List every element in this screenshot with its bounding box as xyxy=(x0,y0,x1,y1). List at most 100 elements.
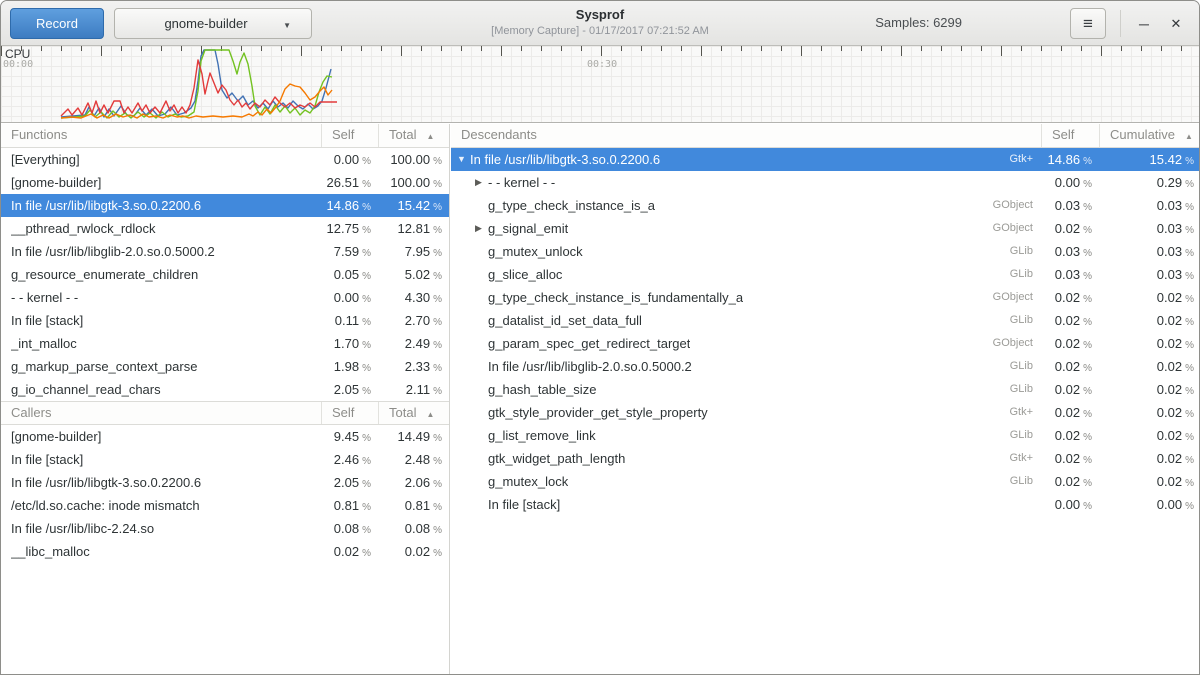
cumulative-percent: 0.03% xyxy=(1099,217,1200,240)
function-name: In file /usr/lib/libgtk-3.so.0.2200.6 xyxy=(11,194,201,217)
column-header-self[interactable]: Self xyxy=(321,124,378,147)
column-header-functions[interactable]: Functions xyxy=(1,124,321,147)
library-badge: GLib xyxy=(1010,309,1041,332)
percent-sign: % xyxy=(433,479,442,490)
descendants-row[interactable]: In file /usr/lib/libglib-2.0.so.0.5000.2… xyxy=(451,355,1200,378)
cpu-usage-chart[interactable]: CPU 00:00 00:30 xyxy=(1,46,1200,123)
self-percent: 2.05% xyxy=(321,378,378,401)
menu-button[interactable]: ≡ xyxy=(1070,8,1106,39)
close-button[interactable]: ✕ xyxy=(1159,1,1193,46)
total-percent: 5.02% xyxy=(378,263,449,286)
expander-icon[interactable]: ▶ xyxy=(475,217,488,240)
column-header-total[interactable]: Total▲ xyxy=(378,402,449,424)
column-header-self[interactable]: Self xyxy=(1041,124,1099,147)
table-row[interactable]: In file /usr/lib/libglib-2.0.so.0.5000.2… xyxy=(1,240,449,263)
percent-sign: % xyxy=(1185,156,1194,167)
cumulative-percent: 15.42% xyxy=(1099,148,1200,171)
cpu-chart-canvas xyxy=(1,46,1200,123)
self-percent: 0.02% xyxy=(1041,309,1099,332)
descendants-row[interactable]: g_slice_alloc GLib 0.03% 0.03% xyxy=(451,263,1200,286)
table-row[interactable]: [gnome-builder] 26.51% 100.00% xyxy=(1,171,449,194)
self-percent: 0.02% xyxy=(1041,470,1099,493)
descendants-row[interactable]: g_param_spec_get_redirect_target GObject… xyxy=(451,332,1200,355)
time-tick-label-mid: 00:30 xyxy=(587,59,617,70)
process-selector-dropdown[interactable]: gnome-builder ▼ xyxy=(114,8,312,39)
column-header-self[interactable]: Self xyxy=(321,402,378,424)
descendants-row[interactable]: ▶ - - kernel - - 0.00% 0.29% xyxy=(451,171,1200,194)
record-button[interactable]: Record xyxy=(10,8,104,39)
table-row[interactable]: _int_malloc 1.70% 2.49% xyxy=(1,332,449,355)
self-percent: 12.75% xyxy=(321,217,378,240)
cumulative-percent: 0.02% xyxy=(1099,424,1200,447)
minimize-button[interactable]: ─ xyxy=(1127,1,1161,46)
function-name: g_hash_table_size xyxy=(488,378,596,401)
table-row[interactable]: g_resource_enumerate_children 0.05% 5.02… xyxy=(1,263,449,286)
descendants-row[interactable]: gtk_style_provider_get_style_property Gt… xyxy=(451,401,1200,424)
table-row[interactable]: In file /usr/lib/libgtk-3.so.0.2200.6 2.… xyxy=(1,471,449,494)
function-name: g_list_remove_link xyxy=(488,424,596,447)
descendants-row[interactable]: gtk_widget_path_length Gtk+ 0.02% 0.02% xyxy=(451,447,1200,470)
descendants-row[interactable]: In file [stack] 0.00% 0.00% xyxy=(451,493,1200,516)
column-header-total[interactable]: Total▲ xyxy=(378,124,449,147)
percent-sign: % xyxy=(1083,386,1092,397)
percent-sign: % xyxy=(1185,455,1194,466)
table-row[interactable]: g_markup_parse_context_parse 1.98% 2.33% xyxy=(1,355,449,378)
percent-sign: % xyxy=(1083,455,1092,466)
descendants-row[interactable]: ▶ g_signal_emit GObject 0.02% 0.03% xyxy=(451,217,1200,240)
self-percent: 0.05% xyxy=(321,263,378,286)
descendants-row[interactable]: g_type_check_instance_is_a GObject 0.03%… xyxy=(451,194,1200,217)
descendants-row[interactable]: g_list_remove_link GLib 0.02% 0.02% xyxy=(451,424,1200,447)
expander-icon[interactable]: ▼ xyxy=(457,148,470,171)
function-name: In file /usr/lib/libgtk-3.so.0.2200.6 xyxy=(470,148,660,171)
percent-sign: % xyxy=(1185,179,1194,190)
table-row[interactable]: In file /usr/lib/libgtk-3.so.0.2200.6 14… xyxy=(1,194,449,217)
column-header-callers[interactable]: Callers xyxy=(1,402,321,424)
self-percent: 2.46% xyxy=(321,448,378,471)
table-row[interactable]: In file [stack] 0.11% 2.70% xyxy=(1,309,449,332)
table-row[interactable]: [Everything] 0.00% 100.00% xyxy=(1,148,449,171)
percent-sign: % xyxy=(1185,202,1194,213)
table-row[interactable]: In file /usr/lib/libc-2.24.so 0.08% 0.08… xyxy=(1,517,449,540)
descendants-row[interactable]: ▼ In file /usr/lib/libgtk-3.so.0.2200.6 … xyxy=(451,148,1200,171)
percent-sign: % xyxy=(362,294,371,305)
descendants-pane: Descendants Self Cumulative▲ ▼ In file /… xyxy=(451,124,1200,675)
table-row[interactable]: [gnome-builder] 9.45% 14.49% xyxy=(1,425,449,448)
table-row[interactable]: g_io_channel_read_chars 2.05% 2.11% xyxy=(1,378,449,401)
descendants-row[interactable]: g_mutex_lock GLib 0.02% 0.02% xyxy=(451,470,1200,493)
function-name: __pthread_rwlock_rdlock xyxy=(11,217,156,240)
function-name: In file /usr/lib/libc-2.24.so xyxy=(11,517,154,540)
percent-sign: % xyxy=(433,548,442,559)
close-icon: ✕ xyxy=(1171,16,1182,32)
expander-icon[interactable]: ▶ xyxy=(475,171,488,194)
self-percent: 0.81% xyxy=(321,494,378,517)
table-row[interactable]: /etc/ld.so.cache: inode mismatch 0.81% 0… xyxy=(1,494,449,517)
functions-table-header: Functions Self Total▲ xyxy=(1,124,449,148)
descendants-row[interactable]: g_type_check_instance_is_fundamentally_a… xyxy=(451,286,1200,309)
table-row[interactable]: __libc_malloc 0.02% 0.02% xyxy=(1,540,449,563)
descendants-row[interactable]: g_mutex_unlock GLib 0.03% 0.03% xyxy=(451,240,1200,263)
percent-sign: % xyxy=(433,225,442,236)
column-header-descendants[interactable]: Descendants xyxy=(451,124,1041,147)
function-name: g_resource_enumerate_children xyxy=(11,263,198,286)
percent-sign: % xyxy=(1185,225,1194,236)
total-percent: 2.33% xyxy=(378,355,449,378)
table-row[interactable]: __pthread_rwlock_rdlock 12.75% 12.81% xyxy=(1,217,449,240)
total-percent: 2.11% xyxy=(378,378,449,401)
self-percent: 0.02% xyxy=(1041,447,1099,470)
percent-sign: % xyxy=(1083,202,1092,213)
column-header-cumulative[interactable]: Cumulative▲ xyxy=(1099,124,1200,147)
cumulative-percent: 0.03% xyxy=(1099,194,1200,217)
percent-sign: % xyxy=(362,317,371,328)
descendants-row[interactable]: g_datalist_id_set_data_full GLib 0.02% 0… xyxy=(451,309,1200,332)
descendants-row[interactable]: g_hash_table_size GLib 0.02% 0.02% xyxy=(451,378,1200,401)
function-name: gtk_widget_path_length xyxy=(488,447,625,470)
function-name: g_type_check_instance_is_a xyxy=(488,194,655,217)
percent-sign: % xyxy=(1185,317,1194,328)
table-row[interactable]: In file [stack] 2.46% 2.48% xyxy=(1,448,449,471)
function-name: In file /usr/lib/libglib-2.0.so.0.5000.2 xyxy=(11,240,215,263)
percent-sign: % xyxy=(1083,317,1092,328)
table-row[interactable]: - - kernel - - 0.00% 4.30% xyxy=(1,286,449,309)
library-badge: GLib xyxy=(1010,263,1041,286)
percent-sign: % xyxy=(1083,179,1092,190)
function-name: g_signal_emit xyxy=(488,217,568,240)
